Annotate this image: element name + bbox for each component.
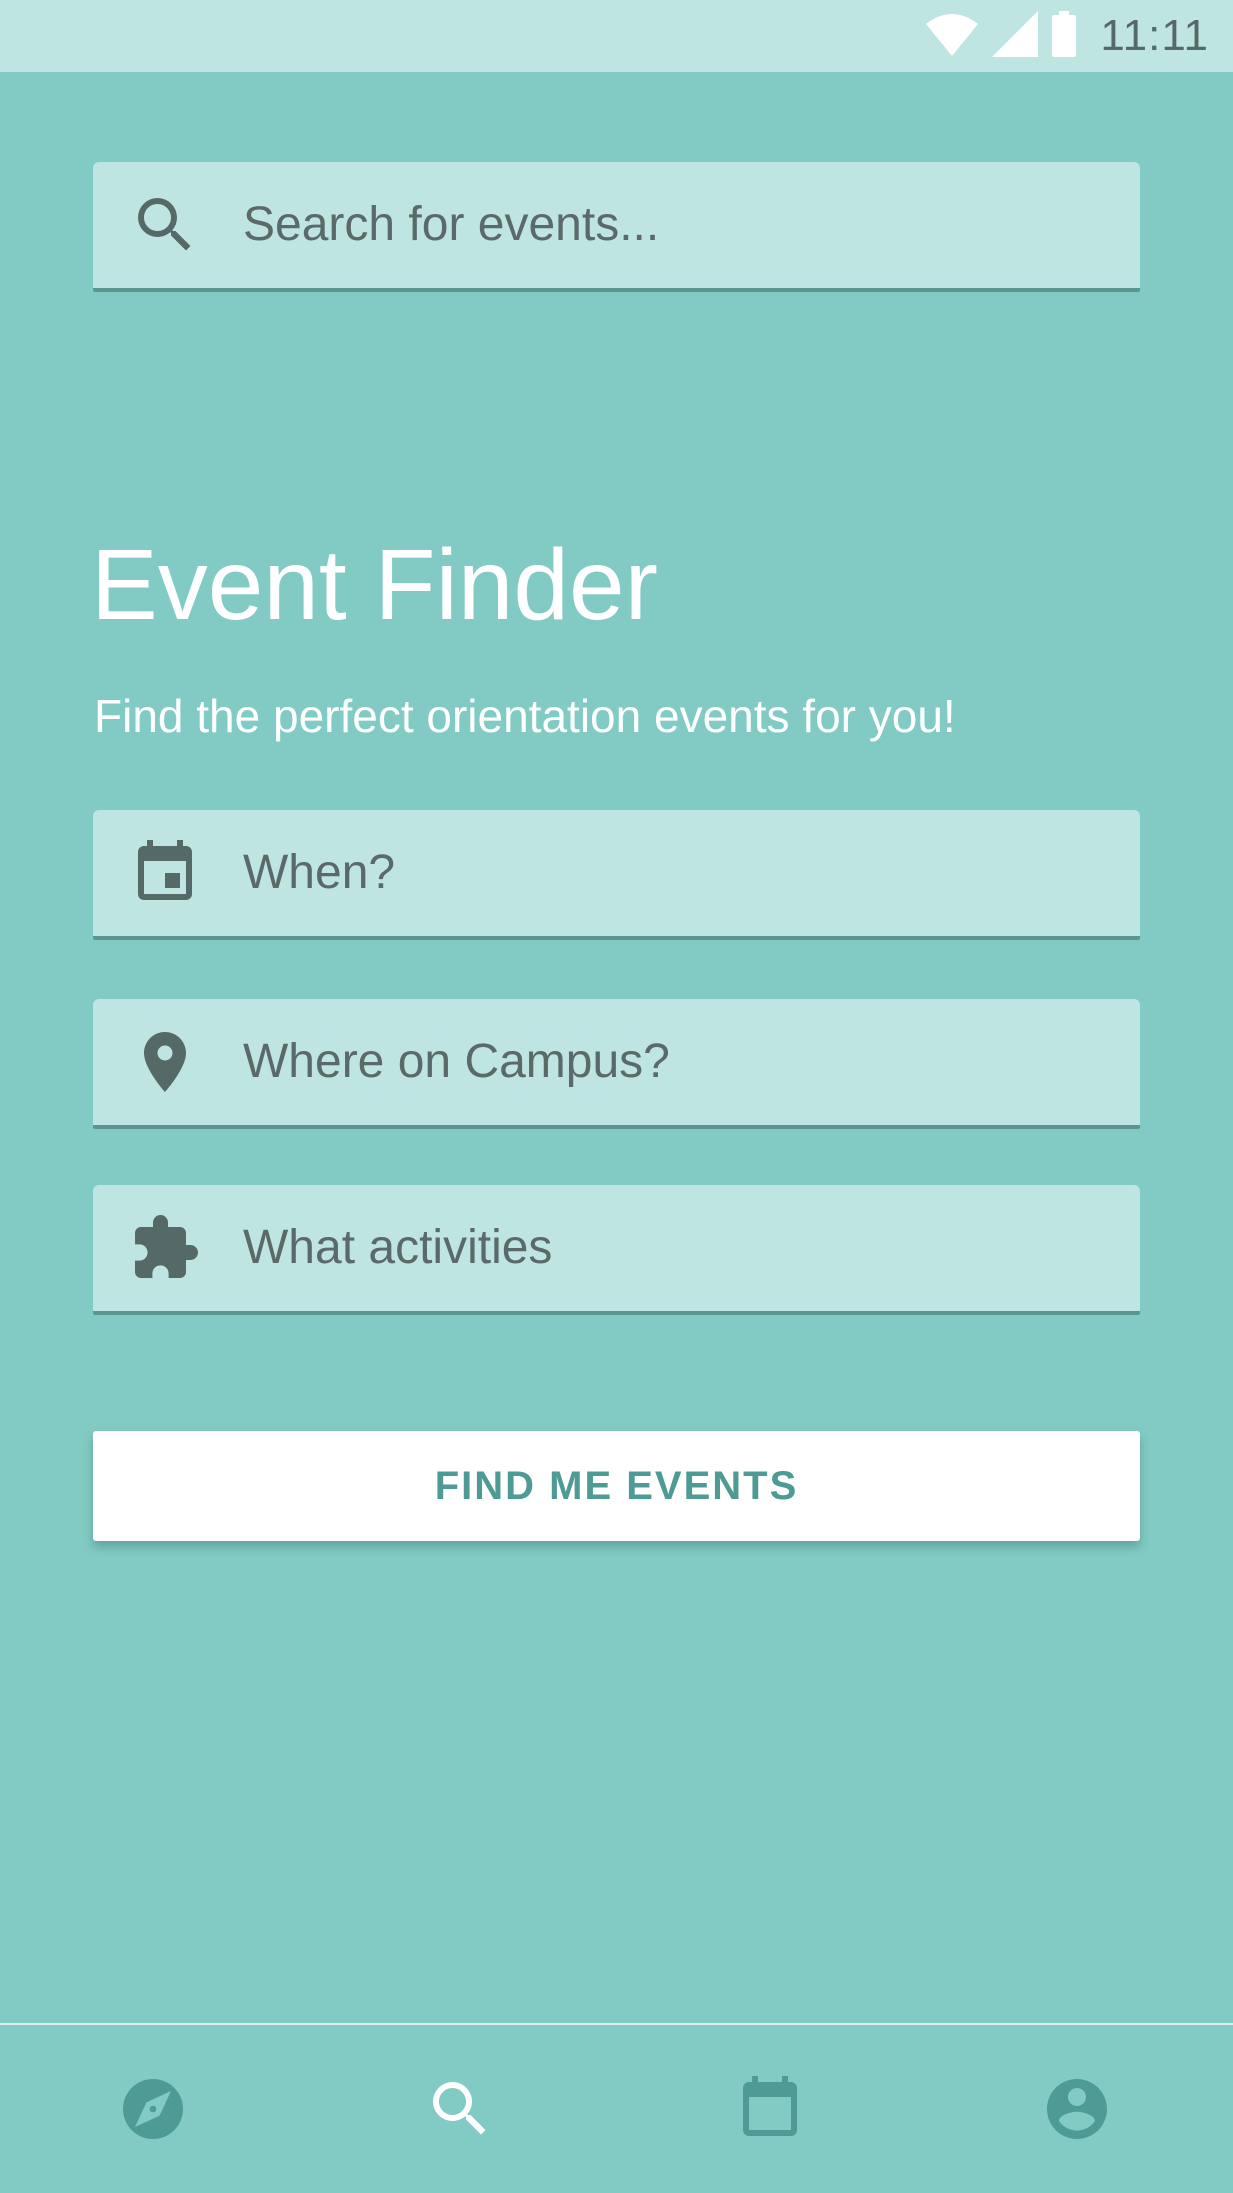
activities-field[interactable]: What activities — [93, 1185, 1140, 1315]
status-icons: 11:11 — [926, 0, 1209, 72]
nav-calendar-icon[interactable] — [734, 2073, 806, 2145]
find-events-button[interactable]: FIND ME EVENTS — [93, 1431, 1140, 1541]
when-field[interactable]: When? — [93, 810, 1140, 940]
activities-input[interactable]: What activities — [243, 1185, 552, 1311]
page-title: Event Finder — [91, 529, 658, 641]
where-field[interactable]: Where on Campus? — [93, 999, 1140, 1129]
where-input[interactable]: Where on Campus? — [243, 999, 670, 1125]
calendar-icon — [129, 837, 201, 909]
nav-search-icon[interactable] — [424, 2073, 496, 2145]
wifi-icon — [926, 12, 979, 61]
puzzle-icon — [129, 1212, 201, 1284]
when-input[interactable]: When? — [243, 810, 395, 936]
nav-explore-compass-icon[interactable] — [117, 2073, 189, 2145]
location-pin-icon — [129, 1026, 201, 1098]
bottom-nav — [0, 2023, 1233, 2193]
status-time: 11:11 — [1100, 11, 1209, 60]
page-subtitle: Find the perfect orientation events for … — [94, 690, 956, 742]
search-bar[interactable]: Search for events... — [93, 162, 1140, 292]
nav-account-icon[interactable] — [1041, 2073, 1113, 2145]
cell-signal-icon — [992, 10, 1039, 62]
search-input[interactable]: Search for events... — [243, 162, 659, 288]
status-bar: 11:11 — [0, 0, 1233, 72]
battery-icon — [1052, 10, 1077, 62]
search-icon — [129, 189, 201, 261]
